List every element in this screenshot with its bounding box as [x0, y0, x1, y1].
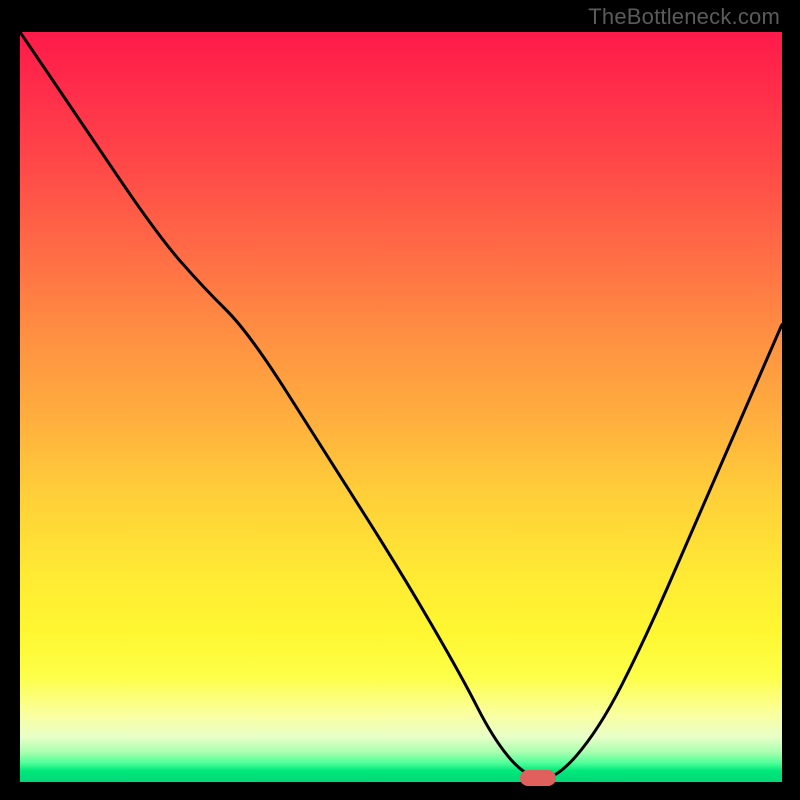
attribution-text: TheBottleneck.com	[588, 4, 780, 30]
performance-curve	[20, 32, 782, 779]
plot-area	[20, 32, 782, 782]
optimal-marker	[520, 770, 556, 786]
curve-svg	[20, 32, 782, 782]
